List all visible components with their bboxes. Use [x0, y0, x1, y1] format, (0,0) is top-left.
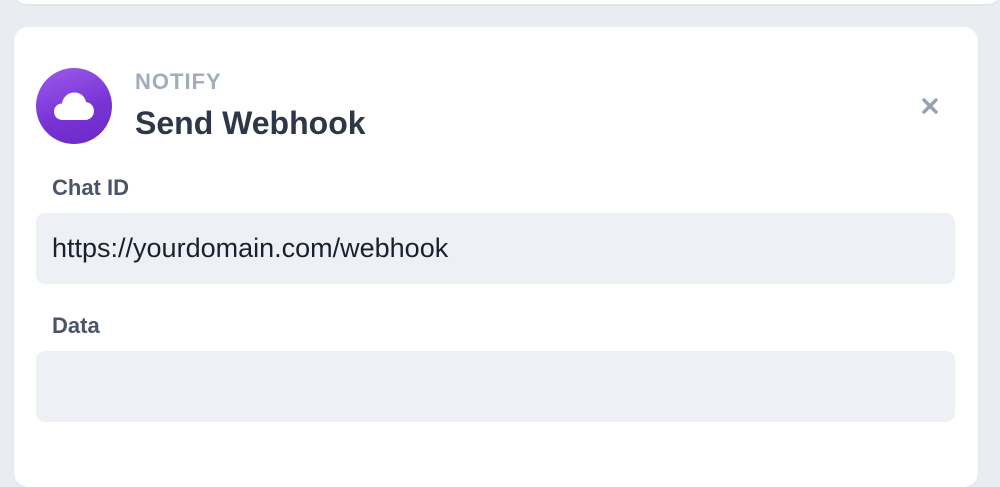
chat-id-input[interactable]: https://yourdomain.com/webhook [36, 213, 955, 284]
data-label: Data [52, 313, 100, 338]
previous-card [14, 0, 1000, 4]
step-card: NOTIFY Send Webhook Chat ID https://your… [14, 27, 978, 487]
step-title: Send Webhook [135, 105, 366, 141]
chat-id-label: Chat ID [52, 175, 129, 200]
close-button[interactable] [917, 93, 943, 119]
data-input[interactable] [36, 351, 955, 422]
close-icon[interactable] [922, 98, 938, 114]
cloud-icon [54, 92, 94, 120]
step-category: NOTIFY [135, 69, 222, 94]
step-avatar [36, 68, 112, 144]
